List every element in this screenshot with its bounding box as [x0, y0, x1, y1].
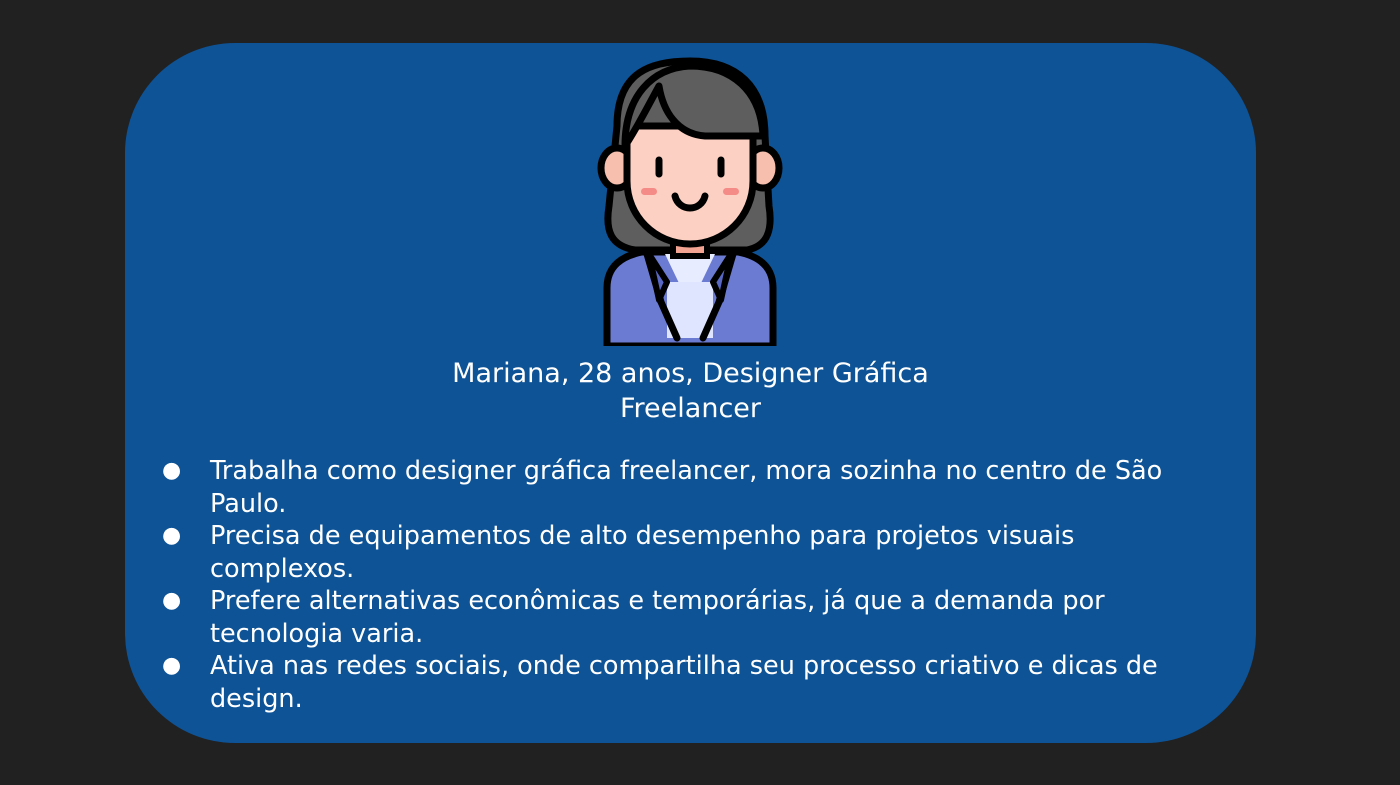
woman-avatar-icon [597, 57, 783, 346]
bullet-text: Prefere alternativas econômicas e tempor… [210, 586, 1105, 649]
persona-title: Mariana, 28 anos, Designer Gráfica Freel… [0, 356, 1381, 426]
bullet-icon: ● [162, 458, 182, 483]
persona-title-line-1: Mariana, 28 anos, Designer Gráfica [452, 358, 929, 389]
list-item: ● Trabalha como designer gráfica freelan… [158, 455, 1218, 520]
bullet-text: Trabalha como designer gráfica freelance… [210, 456, 1163, 519]
list-item: ● Ativa nas redes sociais, onde comparti… [158, 650, 1218, 715]
bullet-icon: ● [162, 588, 182, 613]
bullet-icon: ● [162, 523, 182, 548]
list-item: ● Precisa de equipamentos de alto desemp… [158, 520, 1218, 585]
list-item: ● Prefere alternativas econômicas e temp… [158, 585, 1218, 650]
bullet-text: Ativa nas redes sociais, onde compartilh… [210, 651, 1158, 714]
bullet-icon: ● [162, 653, 182, 678]
persona-title-line-2: Freelancer [619, 393, 761, 424]
persona-bullet-list: ● Trabalha como designer gráfica freelan… [158, 455, 1218, 715]
bullet-text: Precisa de equipamentos de alto desempen… [210, 521, 1075, 584]
